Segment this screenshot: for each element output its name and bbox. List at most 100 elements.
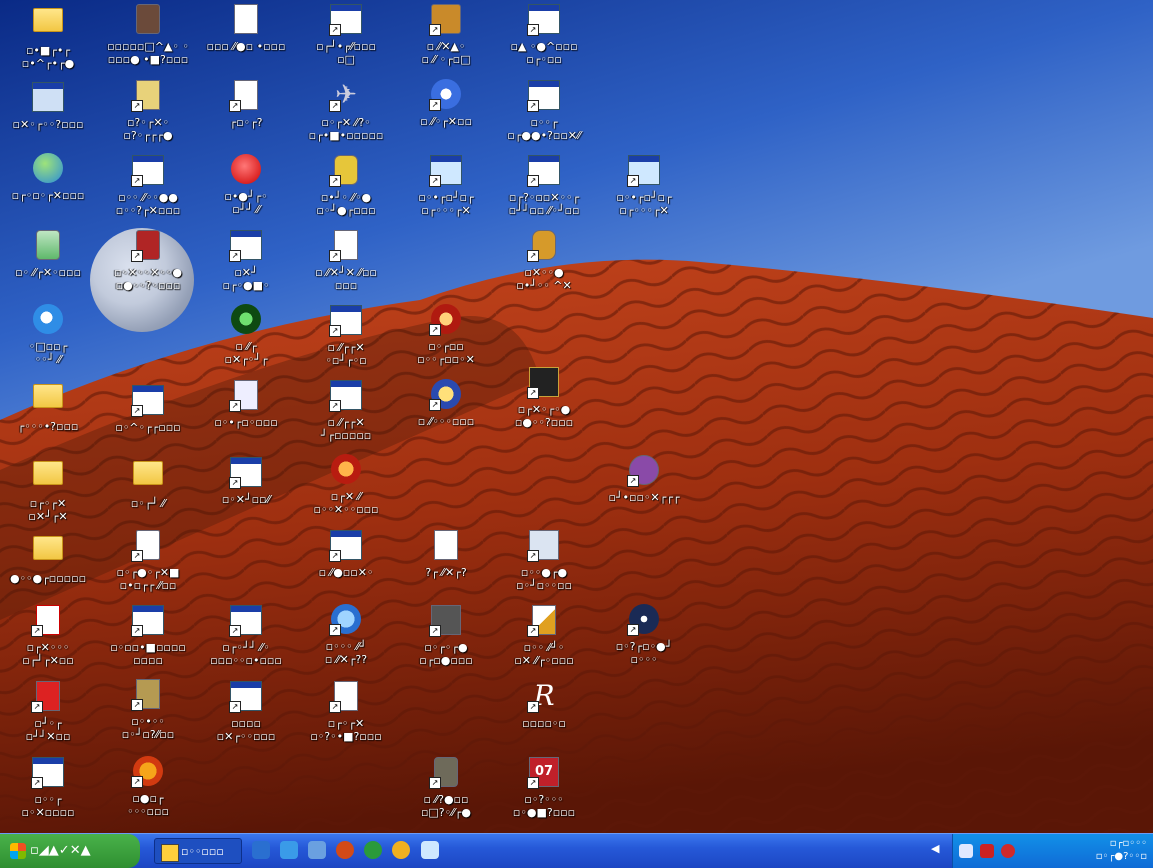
desktop-icon[interactable]: ↗ ▫◦✕◦◦✕◦◦● ▫●◦◦?◦▫▫▫ bbox=[100, 228, 196, 302]
desktop-icon[interactable]: ↗ ▫┌◦┌✕ ▫◦?◦•■?▫▫▫ bbox=[298, 679, 394, 753]
desktop-icon[interactable]: ▫◦┌┘ ⁄⁄ bbox=[100, 455, 196, 529]
desktop-icon[interactable]: ↗ ▫ ⁄⁄?●▫▫ ▫□?◦⁄⁄┌● bbox=[398, 755, 494, 829]
desktop-icon[interactable]: ↗ ▫ ⁄⁄✕▲◦ ▫ ⁄⁄ ◦┌▫□ bbox=[398, 2, 494, 76]
desktop-icon[interactable]: ↗ ▫✕┘ ▫┌◦●■◦ bbox=[198, 228, 294, 302]
desktop-icon[interactable]: ↗ ▫┌┘•┌⁄⁄▫▫▫ ▫□ bbox=[298, 2, 394, 76]
desktop-icon[interactable]: R ↗ ▫▫▫▫◦▫ bbox=[496, 679, 592, 753]
start-button[interactable]: ▫◢▲✓✕▲ bbox=[0, 834, 140, 868]
desktop-icon[interactable]: ↗ ▫◦^◦┌┌▫▫▫ bbox=[100, 383, 196, 457]
shortcut-arrow-icon: ↗ bbox=[31, 701, 43, 713]
shortcut-arrow-icon: ↗ bbox=[527, 777, 539, 789]
desktop-icon[interactable]: ↗ ▫◦◦●┌● ▫◦┘▫◦◦▫▫ bbox=[496, 528, 592, 602]
chrome-icon[interactable] bbox=[392, 841, 411, 859]
desktop-icon[interactable]: ↗ ▫┘◦┌ ▫┘┘✕▫▫ bbox=[0, 679, 96, 753]
desktop-icon[interactable]: ▫┌✕ ⁄⁄ ▫◦◦✕◦◦▫▫▫ bbox=[298, 453, 394, 527]
desktop-icon[interactable]: ↗ ▫✕◦◦● ▫•┘◦◦ ^✕ bbox=[496, 228, 592, 302]
desktop-icon[interactable]: ▫•●┘┌◦ ▫┘┘ ⁄⁄ bbox=[198, 153, 294, 227]
taskbar-window-button[interactable]: ▫◦◦▫▫▫ bbox=[154, 838, 242, 864]
desktop-icon[interactable]: ↗ ▫●▫┌ ◦◦◦▫▫▫ bbox=[100, 755, 196, 829]
desktop-icon[interactable]: ✈ ↗ ▫◦┌✕ ⁄⁄?◦ ▫┌•■•▫▫▫▫▫ bbox=[298, 78, 394, 152]
shortcut-arrow-icon: ↗ bbox=[329, 624, 341, 636]
quicktime-icon[interactable] bbox=[420, 841, 439, 859]
desktop-icon[interactable]: ┌◦◦◦•?▫▫▫ bbox=[0, 378, 96, 452]
desktop-icon[interactable]: ◦□▫▫┌ ◦◦┘ ⁄⁄ bbox=[0, 303, 96, 377]
shortcut-arrow-icon: ↗ bbox=[627, 175, 639, 187]
antivirus-tray-icon[interactable] bbox=[980, 844, 995, 858]
desktop-icon[interactable]: ↗ ▫ ⁄⁄◦◦◦▫▫▫ bbox=[398, 378, 494, 452]
desktop-icon[interactable]: ↗ ▫◦◦◦ ⁄⁄┘ ▫ ⁄⁄✕┌?? bbox=[298, 603, 394, 677]
desktop-icon[interactable]: ↗ ▫◦┌▫▫ ▫◦◦┌▫▫◦✕ bbox=[398, 303, 494, 377]
shortcut-arrow-icon: ↗ bbox=[329, 175, 341, 187]
shortcut-arrow-icon: ↗ bbox=[229, 625, 241, 637]
shortcut-arrow-icon: ↗ bbox=[329, 100, 341, 112]
desktop-icon[interactable]: ↗ ▫◦?┌▫◦●┘ ▫◦◦◦ bbox=[596, 603, 692, 677]
desktop-icon[interactable]: ↗ ▫◦▫▫•■▫▫▫▫ ▫▫▫▫ bbox=[100, 603, 196, 677]
desktop-icon[interactable]: ↗ ▫◦•┌▫┘▫┌ ▫┌◦◦◦┌✕ bbox=[398, 153, 494, 227]
desktop-icon[interactable]: ↗ ▫▲ ◦●^▫▫▫ ▫┌◦▫▫ bbox=[496, 2, 592, 76]
desktop: ▫•■┌•┌ ▫•^┌•┌● ▫✕◦┌◦◦?▫▫▫ ▫┌◦▫◦┌✕▫▫▫ ▫◦ ⁄… bbox=[0, 0, 1153, 833]
desktop-icon[interactable]: ▫ ⁄⁄┌ ▫✕┌◦┘┌ bbox=[198, 303, 294, 377]
desktop-icon[interactable]: ▫┌◦┌✕ ▫✕┘┌✕ bbox=[0, 455, 96, 529]
desktop-icon[interactable]: ↗ ▫┌?◦▫▫✕◦◦┌ ▫┘┘▫▫ ⁄⁄◦┘▫▫ bbox=[496, 153, 592, 227]
desktop-icon[interactable]: ↗ ▫◦•┌▫┘▫┌ ▫┌◦◦◦┌✕ bbox=[596, 153, 692, 227]
shortcut-arrow-icon: ↗ bbox=[131, 776, 143, 788]
desktop-icon[interactable]: ●◦◦●┌▫▫▫▫▫ bbox=[0, 530, 96, 604]
shortcut-arrow-icon: ↗ bbox=[527, 550, 539, 562]
paint-app-icon bbox=[161, 844, 179, 862]
shortcut-arrow-icon: ↗ bbox=[131, 405, 143, 417]
network-tray-icon[interactable] bbox=[959, 844, 973, 858]
shortcut-arrow-icon: ↗ bbox=[527, 24, 539, 36]
shortcut-arrow-icon: ↗ bbox=[527, 625, 539, 637]
desktop-icon[interactable]: ↗ ┌▫◦┌? bbox=[198, 78, 294, 152]
desktop-icon[interactable]: ▫◦ ⁄⁄┌✕◦▫▫▫ bbox=[0, 228, 96, 302]
desktop-icon[interactable]: ↗ ▫◦✕┘▫▫⁄⁄ bbox=[198, 455, 294, 529]
media-player-icon[interactable] bbox=[308, 841, 327, 859]
desktop-icon[interactable]: ↗ ▫┌◦┘┘ ⁄⁄◦ ▫▫▫◦◦▫•▫▫▫ bbox=[198, 603, 294, 677]
desktop-icon[interactable]: ↗ ▫┘•▫▫◦✕┌┌┌ bbox=[596, 453, 692, 527]
shortcut-arrow-icon: ↗ bbox=[329, 325, 341, 337]
shortcut-arrow-icon: ↗ bbox=[229, 250, 241, 262]
desktop-icon[interactable]: ↗ ▫?◦┌✕◦ ▫?◦┌┌┌● bbox=[100, 78, 196, 152]
desktop-icon[interactable]: ↗ ▫ ⁄⁄┌┌✕ ◦▫┘┌◦▫ bbox=[298, 303, 394, 377]
show-desktop-icon[interactable] bbox=[252, 841, 270, 859]
desktop-icon[interactable]: ▫•■┌•┌ ▫•^┌•┌● bbox=[0, 2, 96, 76]
desktop-icon[interactable]: ↗ ▫◦•┌▫◦▫▫▫ bbox=[198, 378, 294, 452]
shortcut-arrow-icon: ↗ bbox=[31, 777, 43, 789]
firefox-icon[interactable] bbox=[336, 841, 355, 859]
desktop-icon[interactable]: ↗ ▫◦◦┌ ▫◦✕▫▫▫▫ bbox=[0, 755, 96, 829]
network-icon bbox=[33, 153, 63, 183]
clock[interactable]: ▫┌▫◦◦◦ ▫◦┌●?◦◦▫ bbox=[1037, 837, 1147, 863]
windows-logo-icon bbox=[10, 842, 26, 859]
clock-date: ▫◦┌●?◦◦▫ bbox=[1095, 851, 1147, 862]
shortcut-arrow-icon: ↗ bbox=[527, 250, 539, 262]
desktop-icon[interactable]: ▫▫▫ ⁄⁄●▫ •▫▫▫ bbox=[198, 2, 294, 76]
shortcut-arrow-icon: ↗ bbox=[429, 324, 441, 336]
desktop-icon[interactable]: ▫✕◦┌◦◦?▫▫▫ bbox=[0, 80, 96, 154]
desktop-icon[interactable]: ↗ ▫◦┌◦┌● ▫┌▫●▫▫▫ bbox=[398, 603, 494, 677]
tray-expand-button[interactable]: ◀ bbox=[931, 842, 939, 855]
desktop-icon[interactable]: ↗ ▫ ⁄⁄✕┘✕ ⁄⁄▫▫ ▫▫▫ bbox=[298, 228, 394, 302]
desktop-icon[interactable]: ↗ ▫┌✕◦┌◦● ▫●◦◦?▫▫▫ bbox=[496, 365, 592, 439]
desktop-icon[interactable]: ↗ ▫▫▫▫ ▫✕┌◦◦▫▫▫ bbox=[198, 679, 294, 753]
desktop-icon[interactable]: ↗ ▫┌✕◦◦◦ ▫┌┘┌✕▫▫ bbox=[0, 603, 96, 677]
green-app-icon[interactable] bbox=[364, 841, 383, 859]
shortcut-arrow-icon: ↗ bbox=[229, 100, 241, 112]
internet-explorer-icon[interactable] bbox=[280, 841, 299, 859]
desktop-icon[interactable]: ↗ ▫◦◦ ⁄⁄◦◦●● ▫◦◦?┌✕▫▫▫ bbox=[100, 153, 196, 227]
desktop-icon[interactable]: ↗ ▫•┘◦ ⁄⁄◦● ▫◦┘●┌▫▫▫ bbox=[298, 153, 394, 227]
desktop-icon[interactable]: ↗ ▫ ⁄⁄●▫▫✕◦ bbox=[298, 528, 394, 602]
shortcut-arrow-icon: ↗ bbox=[131, 100, 143, 112]
desktop-icon[interactable]: ↗ ▫◦•◦◦ ▫◦┘▫?⁄⁄▫▫ bbox=[100, 677, 196, 751]
desktop-icon[interactable]: ↗ ▫◦◦┌ ▫┌●●•?▫▫✕⁄⁄ bbox=[496, 78, 592, 152]
desktop-icon[interactable]: ↗ ▫◦◦ ⁄⁄┘◦ ▫✕ ⁄⁄┌◦▫▫▫ bbox=[496, 603, 592, 677]
desktop-icon[interactable]: ↗ ▫ ⁄⁄┌┌✕ ┘┌▫▫▫▫▫ bbox=[298, 378, 394, 452]
desktop-icon[interactable]: ↗ ▫ ⁄⁄◦┌✕▫▫ bbox=[398, 78, 494, 152]
desktop-icon[interactable]: ▫┌◦▫◦┌✕▫▫▫ bbox=[0, 152, 96, 226]
desktop-icon[interactable]: ↗ ▫◦┌●◦┌✕■ ▫•▫┌┌ ⁄⁄▫▫ bbox=[100, 528, 196, 602]
security-shield-icon[interactable] bbox=[1001, 844, 1016, 858]
desktop-icon[interactable]: ?┌ ⁄⁄✕┌? bbox=[398, 528, 494, 602]
folder-icon bbox=[33, 384, 63, 408]
desktop-icon[interactable]: ▫▫▫▫▫□^▲◦ ◦ ▫▫▫● •■?▫▫▫ bbox=[100, 2, 196, 76]
folder-icon bbox=[133, 461, 163, 485]
desktop-icon[interactable]: 07 ↗ ▫◦?◦◦◦ ▫◦●■?▫▫▫ bbox=[496, 755, 592, 829]
